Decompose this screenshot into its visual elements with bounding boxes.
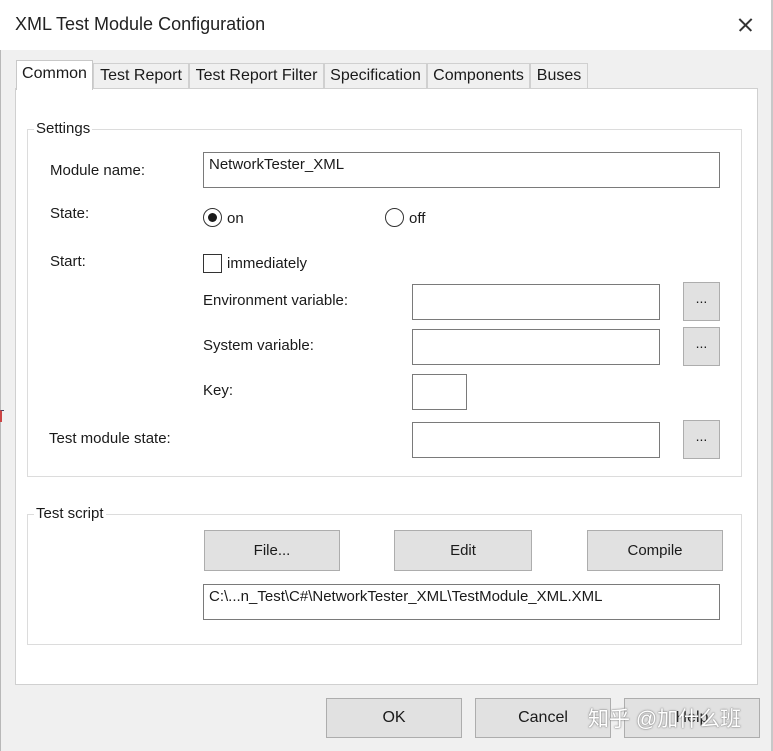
test-module-state-browse-button[interactable]: ... xyxy=(683,420,720,459)
state-on-label[interactable]: on xyxy=(227,210,244,227)
immediately-checkbox[interactable] xyxy=(203,254,222,273)
environment-variable-input[interactable] xyxy=(412,284,660,320)
script-path-input[interactable]: C:\...n_Test\C#\NetworkTester_XML\TestMo… xyxy=(203,584,720,620)
start-label: Start: xyxy=(50,253,86,270)
system-variable-input[interactable] xyxy=(412,329,660,365)
window-title: XML Test Module Configuration xyxy=(15,14,266,34)
settings-group-label: Settings xyxy=(34,120,93,137)
tab-test-report[interactable]: Test Report xyxy=(93,63,189,88)
environment-variable-browse-button[interactable]: ... xyxy=(683,282,720,321)
tab-buses[interactable]: Buses xyxy=(530,63,588,88)
tab-specification[interactable]: Specification xyxy=(324,63,427,88)
tab-components[interactable]: Components xyxy=(427,63,530,88)
ok-button[interactable]: OK xyxy=(326,698,462,738)
tab-common[interactable]: Common xyxy=(16,60,93,90)
module-name-input[interactable]: NetworkTester_XML xyxy=(203,152,720,188)
system-variable-label: System variable: xyxy=(203,337,314,354)
environment-variable-label: Environment variable: xyxy=(203,292,349,309)
test-module-state-label: Test module state: xyxy=(49,430,171,447)
tab-test-report-filter[interactable]: Test Report Filter xyxy=(189,63,324,88)
watermark-text: 知乎 @加什么班 xyxy=(588,708,742,731)
state-off-radio[interactable] xyxy=(385,208,404,227)
edit-button[interactable]: Edit xyxy=(394,530,532,571)
background-window-fragment xyxy=(0,410,4,422)
file-button[interactable]: File... xyxy=(204,530,340,571)
key-label: Key: xyxy=(203,382,234,399)
immediately-label[interactable]: immediately xyxy=(227,255,307,272)
radio-selected-dot xyxy=(208,213,217,222)
module-name-label: Module name: xyxy=(50,162,146,179)
state-on-radio[interactable] xyxy=(203,208,222,227)
close-icon[interactable] xyxy=(730,10,760,40)
key-input[interactable] xyxy=(412,374,467,410)
compile-button[interactable]: Compile xyxy=(587,530,723,571)
test-script-group-label: Test script xyxy=(34,505,106,522)
system-variable-browse-button[interactable]: ... xyxy=(683,327,720,366)
state-off-label[interactable]: off xyxy=(409,210,425,227)
state-label: State: xyxy=(50,205,90,222)
window-edge-left xyxy=(0,50,1,751)
test-module-state-input[interactable] xyxy=(412,422,660,458)
